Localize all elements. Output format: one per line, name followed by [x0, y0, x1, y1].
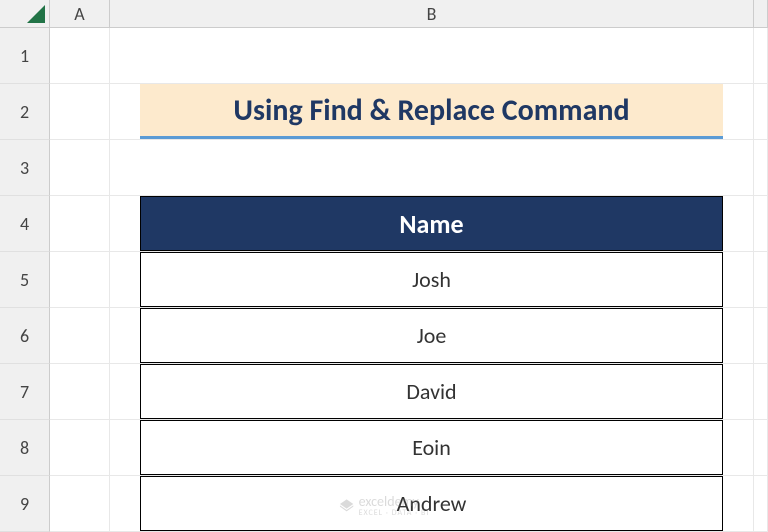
table-row: Joe: [140, 308, 723, 363]
row-header-6[interactable]: 6: [0, 308, 50, 364]
watermark-icon: [339, 498, 355, 514]
row-header-4[interactable]: 4: [0, 196, 50, 252]
column-header-edge: [754, 0, 768, 28]
cell-edge-5: [754, 252, 768, 308]
table-row: David: [140, 364, 723, 419]
cell-a6[interactable]: [50, 308, 110, 364]
row-header-5[interactable]: 5: [0, 252, 50, 308]
cell-a9[interactable]: [50, 476, 110, 532]
cell-b1[interactable]: [110, 28, 754, 84]
page-title: Using Find & Replace Command: [140, 84, 723, 139]
cell-edge-2: [754, 84, 768, 140]
cell-a5[interactable]: [50, 252, 110, 308]
row-header-8[interactable]: 8: [0, 420, 50, 476]
column-header-a[interactable]: A: [50, 0, 110, 28]
cell-b4[interactable]: Name: [110, 196, 754, 252]
column-header-b[interactable]: B: [110, 0, 754, 28]
table-row: Josh: [140, 252, 723, 307]
cell-b8[interactable]: Eoin: [110, 420, 754, 476]
cell-a2[interactable]: [50, 84, 110, 140]
table-row: Eoin: [140, 420, 723, 475]
row-header-9[interactable]: 9: [0, 476, 50, 532]
cell-b7[interactable]: David: [110, 364, 754, 420]
table-header-name: Name: [140, 196, 723, 251]
cell-b9[interactable]: Andrew: [110, 476, 754, 532]
cell-edge-6: [754, 308, 768, 364]
row-header-7[interactable]: 7: [0, 364, 50, 420]
watermark: exceldemy EXCEL · DATA · BI: [339, 495, 430, 517]
spreadsheet-grid: A B 1 2 Using Find & Replace Command 3 4…: [0, 0, 768, 532]
cell-edge-1: [754, 28, 768, 84]
cell-edge-8: [754, 420, 768, 476]
row-header-1[interactable]: 1: [0, 28, 50, 84]
table-row: Andrew: [140, 476, 723, 531]
cell-a8[interactable]: [50, 420, 110, 476]
cell-a7[interactable]: [50, 364, 110, 420]
cell-edge-7: [754, 364, 768, 420]
cell-a4[interactable]: [50, 196, 110, 252]
row-header-3[interactable]: 3: [0, 140, 50, 196]
cell-b6[interactable]: Joe: [110, 308, 754, 364]
row-header-2[interactable]: 2: [0, 84, 50, 140]
cell-a3[interactable]: [50, 140, 110, 196]
cell-edge-4: [754, 196, 768, 252]
select-all-button[interactable]: [0, 0, 50, 28]
cell-edge-3: [754, 140, 768, 196]
watermark-tagline: EXCEL · DATA · BI: [359, 509, 430, 517]
cell-a1[interactable]: [50, 28, 110, 84]
cell-b5[interactable]: Josh: [110, 252, 754, 308]
cell-b2[interactable]: Using Find & Replace Command: [110, 84, 754, 140]
watermark-brand: exceldemy: [359, 495, 430, 509]
cell-edge-9: [754, 476, 768, 532]
cell-b3[interactable]: [110, 140, 754, 196]
